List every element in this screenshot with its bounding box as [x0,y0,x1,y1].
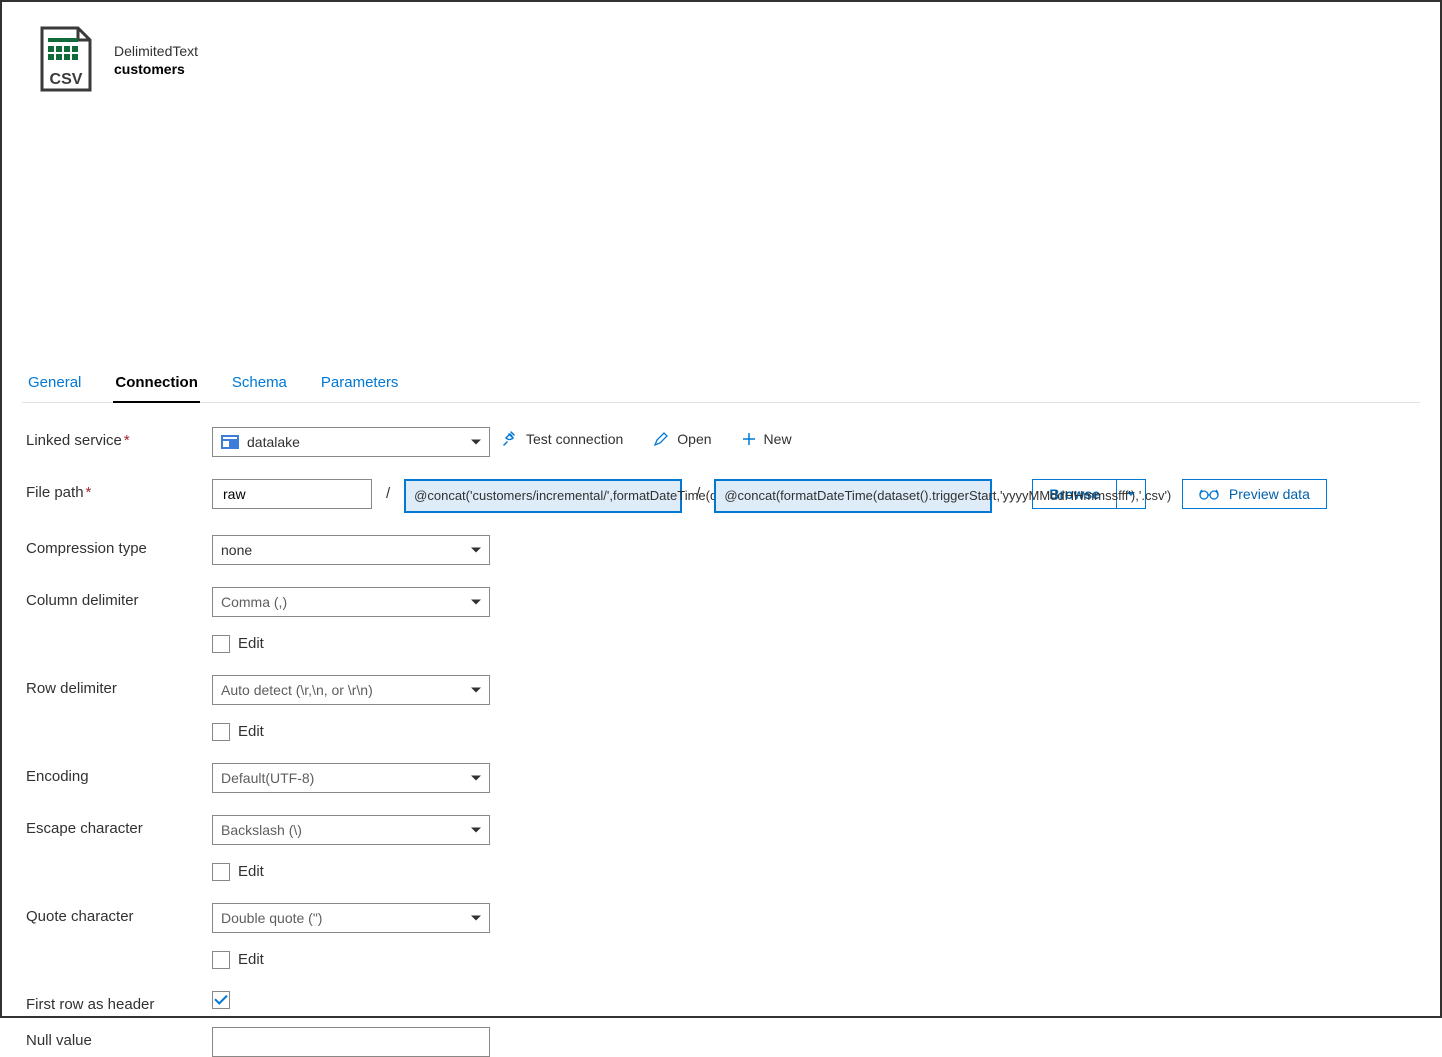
tab-connection[interactable]: Connection [113,366,200,403]
chevron-down-icon [471,775,481,780]
column-delimiter-select[interactable]: Comma (,) [212,587,490,617]
tab-parameters[interactable]: Parameters [319,366,401,402]
edit-label: Edit [238,863,264,880]
chevron-down-icon [471,547,481,552]
file-path-directory-expr[interactable]: @concat('customers/incremental/',formatD… [404,479,682,513]
row-delimiter-label: Row delimiter [26,675,212,697]
linked-service-label: Linked service* [26,427,212,449]
column-delimiter-label: Column delimiter [26,587,212,609]
preview-data-button[interactable]: Preview data [1182,479,1327,509]
plus-icon [742,432,756,446]
chevron-down-icon [471,599,481,604]
test-connection-button[interactable]: Test connection [502,431,623,447]
null-value-input[interactable] [212,1027,490,1057]
escape-character-select[interactable]: Backslash (\) [212,815,490,845]
quote-character-edit-checkbox[interactable] [212,951,230,969]
tab-strip: General Connection Schema Parameters [22,366,1420,403]
file-path-file-expr[interactable]: @concat(formatDateTime(dataset().trigger… [714,479,992,513]
file-path-label: File path* [26,479,212,501]
csv-file-icon: CSV [38,26,94,94]
escape-character-edit-checkbox[interactable] [212,863,230,881]
compression-type-label: Compression type [26,535,212,557]
edit-label: Edit [238,951,264,968]
dataset-header: CSV DelimitedText customers [22,18,1420,94]
edit-label: Edit [238,723,264,740]
file-path-container-input[interactable] [212,479,372,509]
glasses-icon [1199,488,1219,500]
column-delimiter-edit-checkbox[interactable] [212,635,230,653]
quote-character-label: Quote character [26,903,212,925]
tab-general[interactable]: General [26,366,83,402]
chevron-down-icon [471,440,481,445]
encoding-label: Encoding [26,763,212,785]
first-row-header-label: First row as header [26,991,212,1013]
svg-text:CSV: CSV [50,71,83,88]
storage-icon [221,435,239,449]
new-button[interactable]: New [742,431,792,447]
open-button[interactable]: Open [653,431,711,447]
chevron-down-icon [471,687,481,692]
null-value-field[interactable] [221,1033,461,1051]
pencil-icon [653,431,669,447]
chevron-down-icon [471,915,481,920]
dataset-name-label: customers [114,61,198,77]
linked-service-select[interactable]: datalake [212,427,490,457]
file-path-container-value[interactable] [221,485,343,503]
quote-character-select[interactable]: Double quote (") [212,903,490,933]
row-delimiter-select[interactable]: Auto detect (\r,\n, or \r\n) [212,675,490,705]
dataset-type-label: DelimitedText [114,43,198,59]
encoding-select[interactable]: Default(UTF-8) [212,763,490,793]
null-value-label: Null value [26,1027,212,1049]
first-row-header-checkbox[interactable] [212,991,230,1009]
tab-schema[interactable]: Schema [230,366,289,402]
compression-type-select[interactable]: none [212,535,490,565]
chevron-down-icon [471,827,481,832]
row-delimiter-edit-checkbox[interactable] [212,723,230,741]
path-separator: / [384,479,392,502]
escape-character-label: Escape character [26,815,212,837]
plug-icon [502,431,518,447]
edit-label: Edit [238,635,264,652]
linked-service-value: datalake [247,434,300,450]
